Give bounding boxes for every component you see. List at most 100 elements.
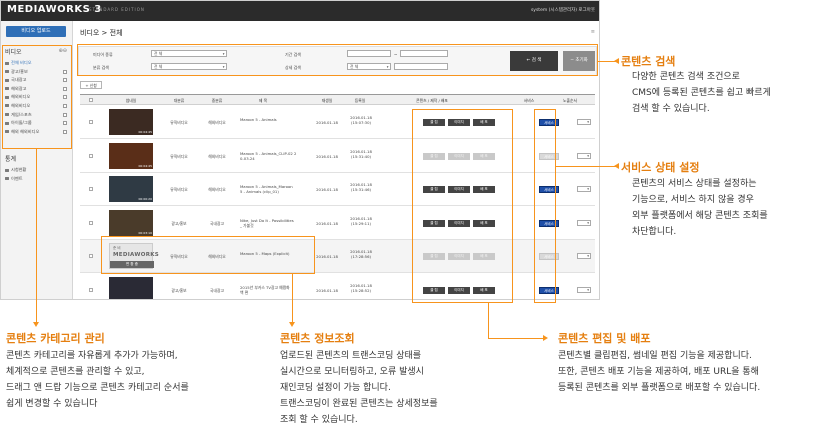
video-thumbnail[interactable]: 00:00:20 — [109, 176, 153, 202]
annotation-search-title: 콘텐츠 검색 — [621, 55, 676, 68]
timecode: 00:04:45 — [138, 163, 152, 168]
video-title[interactable]: Maroon 5 - Animals — [240, 117, 277, 122]
play-date: 2016.01.18 — [316, 287, 338, 293]
annotation-category-line: 쉽게 변경할 수 있습니다 — [6, 399, 98, 409]
folder-icon — [5, 177, 9, 181]
service-arrow-icon — [614, 163, 619, 169]
sidebar-stats-item[interactable]: 시청현황 — [5, 166, 69, 175]
play-date: 2016.01.18 — [316, 187, 338, 192]
timecode: 00:04:45 — [138, 130, 152, 134]
column-header[interactable]: 콘텐츠 / 제작 / 배포 — [416, 98, 448, 104]
register-date: 2016.01.18 (15:29:11) — [350, 215, 372, 226]
service-highlight-box — [534, 109, 556, 303]
annotation-info-line: 재인코딩 설정이 가능 합니다. — [280, 383, 391, 393]
select-all-checkbox[interactable] — [89, 98, 93, 102]
column-header[interactable]: 등록일 — [355, 98, 365, 104]
video-thumbnail[interactable]: 00:03:10 — [109, 209, 153, 236]
stats-list: 시청현황 이벤트 — [5, 166, 69, 183]
row-checkbox[interactable] — [89, 220, 93, 225]
stats-section-label: 통계 — [5, 156, 17, 163]
video-title[interactable]: Nike, Just Do It - Possibilities _ 가불것 — [240, 218, 294, 228]
edit-connector — [488, 303, 489, 338]
menu-icon[interactable]: ≡ — [591, 29, 595, 35]
annotation-info-line: 조회 할 수 있습니다. — [280, 415, 358, 425]
row-checkbox[interactable] — [89, 254, 93, 258]
annotation-edit-title: 콘텐츠 편집 및 배포 — [558, 332, 651, 345]
user-info[interactable]: system (시스템관리자) 로그아웃 — [531, 7, 595, 13]
minor-category: 해외비디오 — [208, 120, 226, 125]
video-title[interactable]: 2015년 부카스 TV광고 예쩡화 백 편 — [240, 285, 290, 295]
folder-icon — [5, 168, 9, 172]
row-checkbox[interactable] — [89, 287, 93, 292]
info-arrow-icon — [289, 322, 295, 327]
order-select[interactable]: ▾ — [577, 253, 591, 259]
major-category: 뮤직비디오 — [170, 187, 188, 192]
category-arrow-icon — [33, 322, 39, 327]
order-select[interactable]: ▾ — [577, 119, 591, 125]
minor-category: 해외비디오 — [208, 153, 226, 159]
row-checkbox[interactable] — [89, 120, 93, 124]
column-header[interactable]: 제 목 — [259, 98, 267, 104]
sidebar-stats-label: 이벤트 — [11, 175, 23, 181]
stats-section-header: 통계 — [5, 154, 69, 164]
play-date: 2016.01.18 — [316, 120, 338, 125]
register-date: 2016.01.18 (15:07:30) — [350, 115, 372, 125]
annotation-edit-line: 콘텐츠별 클립편집, 썸네일 편집 기능을 제공합니다. — [558, 351, 752, 361]
column-header[interactable]: 재생일 — [322, 98, 332, 104]
order-select[interactable]: ▾ — [577, 152, 591, 159]
table-row[interactable]: 00:04:45 뮤직비디오 해외비디오 Maroon 5 - Animals 2016… — [80, 106, 595, 139]
timecode: 00:00:20 — [138, 197, 152, 201]
annotation-info-line: 실시간으로 모니터링하고, 오류 발생시 — [280, 367, 424, 377]
order-select[interactable]: ▾ — [577, 286, 591, 293]
table-row[interactable]: 00:00:20 뮤직비디오 해외비디오 Maroon 5 - Animals_Mar… — [80, 173, 595, 206]
request-button[interactable]: + 신청 — [80, 81, 102, 89]
column-header[interactable]: 대분류 — [174, 98, 184, 104]
play-date: 2016.01.18 — [316, 254, 338, 259]
annotation-info-title: 콘텐츠 정보조회 — [280, 332, 355, 345]
row-checkbox[interactable] — [89, 187, 93, 191]
table-row[interactable]: 00:00:55 광고/홍보 국내광고 2015년 부카스 TV광고 예쩡화 백 편 2… — [80, 274, 595, 299]
order-select[interactable]: ▾ — [577, 186, 591, 192]
annotation-edit-line: 등록된 콘텐츠를 외부 플랫폼으로 배포할 수 있습니다. — [558, 383, 761, 393]
search-highlight-box — [77, 44, 598, 76]
top-bar: MEDIAWORKS 3 STANDARD EDITION system (시스… — [1, 1, 599, 21]
video-upload-button[interactable]: 비디오 업로드 — [6, 26, 66, 37]
order-select[interactable]: ▾ — [577, 219, 591, 226]
register-date: 2016.01.18 (15:28:52) — [350, 282, 372, 293]
video-thumbnail[interactable]: 00:04:45 — [109, 109, 153, 135]
video-thumbnail[interactable]: 00:04:45 — [109, 142, 153, 169]
row-checkbox[interactable] — [89, 153, 93, 158]
annotation-service-line: 차단합니다. — [632, 227, 677, 237]
edit-connector-h — [488, 338, 546, 339]
play-date: 2016.01.18 — [316, 153, 338, 159]
search-arrow-icon — [614, 58, 619, 64]
major-category: 광고/홍보 — [171, 220, 187, 226]
category-connector — [36, 149, 37, 325]
video-title[interactable]: Maroon 5 - Animals_CLIP-02 2 0-03.24 — [240, 151, 296, 161]
annotation-service-line: 기능으로, 서비스 하지 않을 경우 — [632, 195, 754, 205]
sidebar-stats-item[interactable]: 이벤트 — [5, 175, 69, 184]
info-highlight-box — [101, 236, 315, 274]
annotation-edit-line: 또한, 콘텐츠 배포 기능을 제공하여, 배포 URL을 통해 — [558, 367, 759, 377]
table-row[interactable]: 00:03:10 광고/홍보 국내광고 Nike, Just Do It - Poss… — [80, 207, 595, 240]
column-header[interactable]: 노출순서 — [563, 98, 577, 104]
annotation-search-line: 검색 할 수 있습니다. — [632, 104, 710, 114]
table-header: 썸네일 대분류 중분류 제 목 재생일 등록일 콘텐츠 / 제작 / 배포 서비스 노출순서 — [80, 95, 595, 105]
video-thumbnail[interactable]: 00:00:55 — [109, 276, 153, 299]
annotation-info-line: 트랜스코딩이 완료된 콘텐츠는 상세정보를 — [280, 399, 438, 409]
column-header[interactable]: 서비스 — [524, 98, 534, 104]
annotation-search-line: 다양한 콘텐츠 검색 조건으로 — [632, 72, 740, 82]
service-connector — [556, 166, 616, 167]
video-title[interactable]: Maroon 5 - Animals_Maroon 5 - Animals (c… — [240, 184, 293, 194]
register-date: 2016.01.18 (17:28:56) — [350, 249, 372, 259]
table-row[interactable]: 00:04:45 뮤직비디오 해외비디오 Maroon 5 - Animals_CLI… — [80, 140, 595, 173]
minor-category: 해외비디오 — [208, 187, 226, 192]
column-header[interactable]: 썸네일 — [126, 98, 136, 104]
breadcrumb: 비디오 > 전체 — [80, 29, 123, 37]
mediaworks-logo: MEDIAWORKS 3 — [7, 4, 102, 15]
major-category: 뮤직비디오 — [170, 153, 188, 159]
annotation-info-line: 업로드된 콘텐츠의 트랜스코딩 상태를 — [280, 351, 422, 361]
column-header[interactable]: 중분류 — [212, 98, 222, 104]
edition-label: STANDARD EDITION — [89, 7, 145, 12]
annotation-category-title: 콘텐츠 카테고리 관리 — [6, 332, 105, 345]
